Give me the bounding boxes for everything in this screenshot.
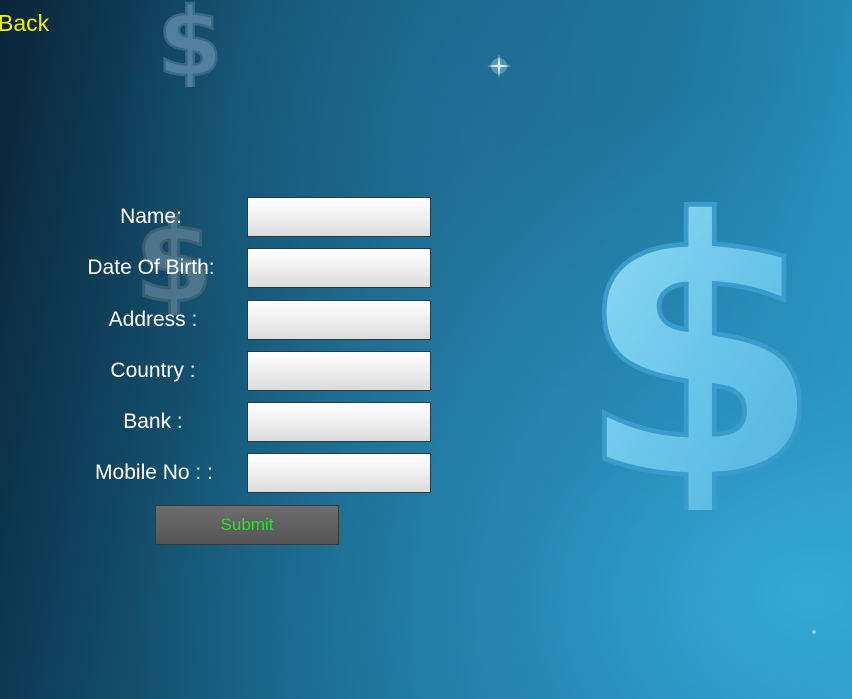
name-input[interactable] [247,197,431,237]
name-label: Name: [120,205,182,228]
form-row-mobile-no: Mobile No : : [0,453,440,493]
address-input[interactable] [247,300,431,340]
bank-label: Bank : [123,410,183,433]
sparkle-dot [812,630,816,634]
form-row-country: Country : [0,351,440,391]
date-of-birth-label: Date Of Birth: [87,256,215,279]
date-of-birth-input[interactable] [247,248,431,288]
svg-text:$: $ [580,190,820,510]
mobile-no-label: Mobile No : : [95,461,213,484]
submit-button[interactable]: Submit [155,505,339,545]
sparkle-icon [487,54,511,78]
country-label: Country : [110,359,196,382]
mobile-no-input[interactable] [247,453,431,493]
bank-input[interactable] [247,402,431,442]
dollar-sign-icon: $ [580,190,820,510]
form-row-date-of-birth: Date Of Birth: [0,248,440,288]
country-input[interactable] [247,351,431,391]
back-link[interactable]: Back [0,10,49,37]
dollar-sign-icon: $ [156,0,224,87]
address-label: Address : [108,308,198,331]
form-row-address: Address : [0,300,440,340]
form-row-name: Name: [0,197,440,237]
form-row-bank: Bank : [0,402,440,442]
svg-text:$: $ [157,0,223,87]
